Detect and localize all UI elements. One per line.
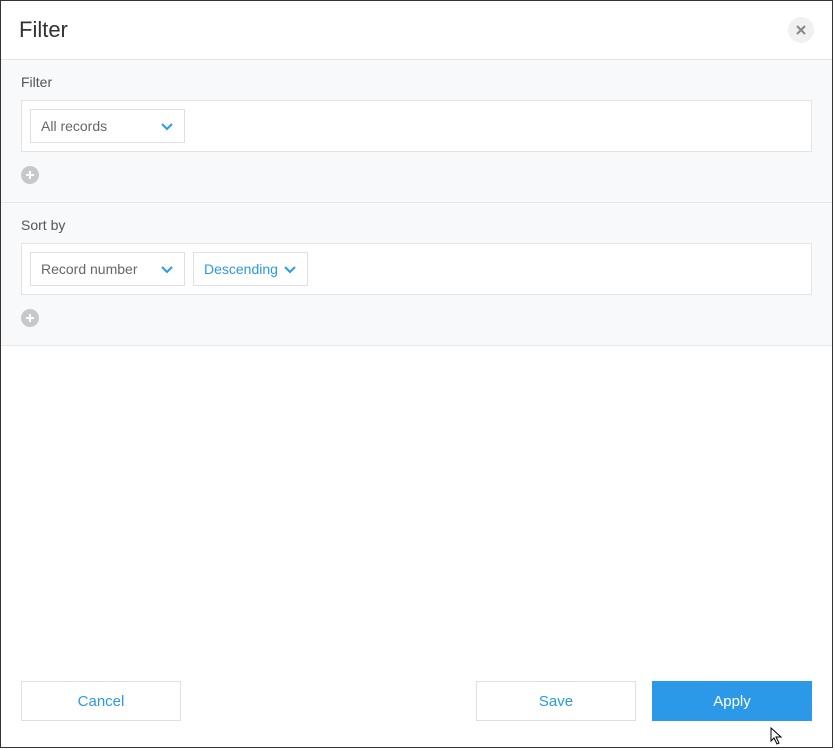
chevron-down-icon	[283, 262, 297, 276]
filter-section-label: Filter	[21, 74, 812, 90]
filter-records-dropdown[interactable]: All records	[30, 109, 185, 143]
close-icon	[796, 25, 806, 35]
filter-section: Filter All records	[1, 59, 832, 202]
sort-direction-value: Descending	[204, 261, 278, 277]
cancel-button[interactable]: Cancel	[21, 681, 181, 721]
save-button[interactable]: Save	[476, 681, 636, 721]
sort-field-dropdown[interactable]: Record number	[30, 252, 185, 286]
close-button[interactable]	[788, 17, 814, 43]
filter-dialog: Filter Filter All records Sort by Record…	[0, 0, 833, 748]
add-filter-button[interactable]	[21, 166, 39, 184]
filter-records-value: All records	[41, 118, 107, 134]
sort-section-label: Sort by	[21, 217, 812, 233]
chevron-down-icon	[160, 119, 174, 133]
apply-button[interactable]: Apply	[652, 681, 812, 721]
add-sort-button[interactable]	[21, 309, 39, 327]
dialog-body-empty	[1, 345, 832, 665]
sort-section: Sort by Record number Descending	[1, 202, 832, 345]
filter-row: All records	[21, 100, 812, 152]
plus-icon	[25, 170, 35, 180]
chevron-down-icon	[160, 262, 174, 276]
dialog-header: Filter	[1, 1, 832, 59]
plus-icon	[25, 313, 35, 323]
dialog-footer: Cancel Save Apply	[1, 665, 832, 747]
dialog-title: Filter	[19, 17, 68, 43]
sort-field-value: Record number	[41, 261, 138, 277]
sort-row: Record number Descending	[21, 243, 812, 295]
sort-direction-dropdown[interactable]: Descending	[193, 252, 308, 286]
